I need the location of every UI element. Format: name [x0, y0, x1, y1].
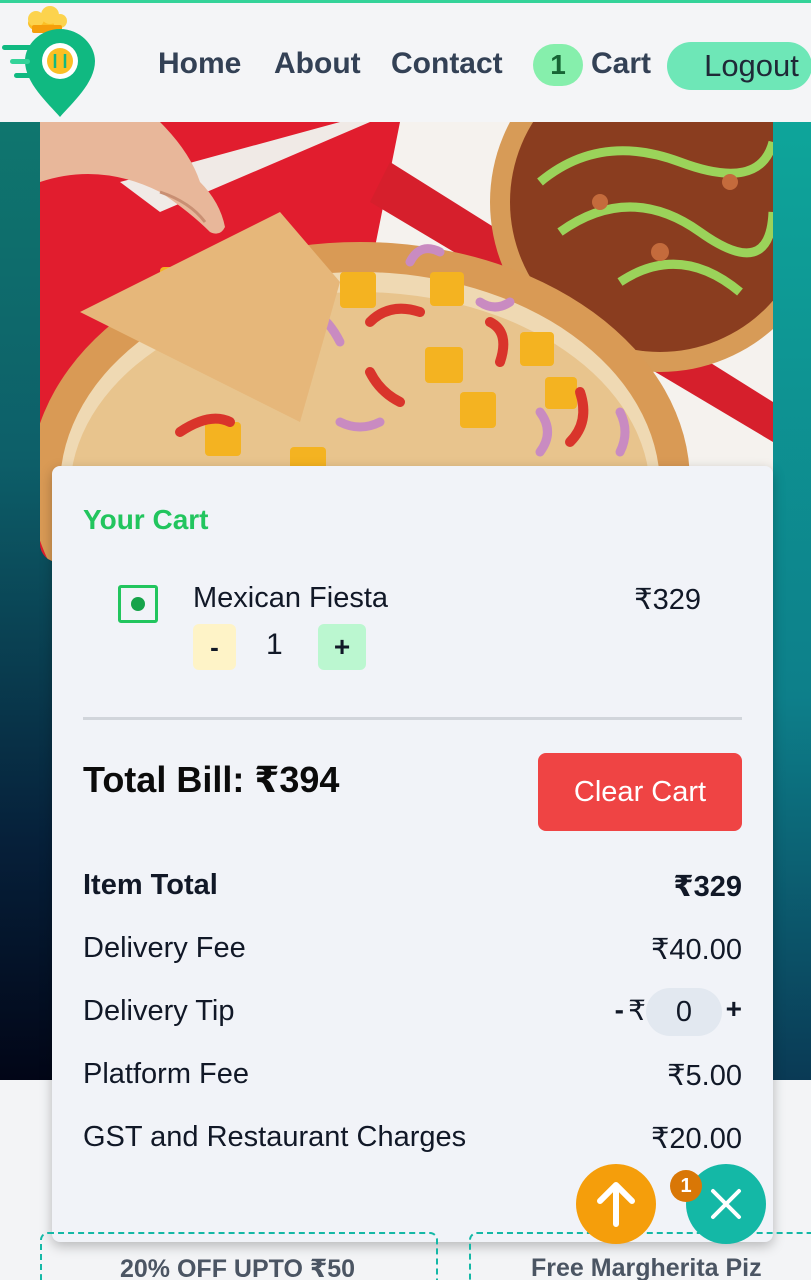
tip-increase-button[interactable]: + — [726, 993, 742, 1025]
logout-button[interactable]: Logout — [667, 42, 811, 90]
nav-cart-link[interactable]: Cart — [591, 47, 651, 81]
tip-decrease-button[interactable]: - — [615, 994, 624, 1026]
navbar: Home About Contact 1 Cart Logout — [0, 0, 811, 122]
item-quantity: 1 — [266, 628, 283, 661]
cart-count-badge[interactable]: 1 — [533, 44, 583, 86]
tip-amount-input[interactable] — [646, 988, 722, 1036]
arrow-up-icon — [597, 1182, 635, 1227]
nav-contact-link[interactable]: Contact — [391, 47, 503, 81]
tip-currency-symbol: ₹ — [628, 995, 646, 1026]
delivery-fee-label: Delivery Fee — [83, 932, 246, 964]
item-total-label: Item Total — [83, 869, 218, 901]
delivery-fee-row: Delivery Fee ₹40.00 — [83, 932, 742, 972]
cart-item-price: ₹329 — [634, 584, 701, 616]
app-logo[interactable] — [0, 5, 100, 123]
item-total-row: Item Total ₹329 — [83, 869, 742, 909]
platform-fee-value: ₹5.00 — [667, 1060, 742, 1092]
delivery-fee-value: ₹40.00 — [650, 934, 742, 966]
platform-fee-row: Platform Fee ₹5.00 — [83, 1058, 742, 1098]
total-bill: Total Bill: ₹394 — [83, 759, 340, 800]
clear-cart-button[interactable]: Clear Cart — [538, 753, 742, 831]
offer-text: 20% OFF UPTO ₹50 — [120, 1255, 356, 1280]
nav-home-link[interactable]: Home — [158, 47, 241, 81]
gst-value: ₹20.00 — [650, 1123, 742, 1155]
increase-quantity-button[interactable]: + — [318, 624, 366, 670]
tip-controls: - ₹ + — [602, 988, 742, 1036]
delivery-tip-row: Delivery Tip - ₹ + — [83, 988, 742, 1036]
veg-indicator-icon — [118, 585, 158, 623]
gst-label: GST and Restaurant Charges — [83, 1121, 467, 1153]
cart-heading: Your Cart — [83, 504, 209, 535]
notification-badge: 1 — [670, 1170, 702, 1202]
delivery-tip-label: Delivery Tip — [83, 995, 235, 1027]
decrease-quantity-button[interactable]: - — [193, 624, 236, 670]
platform-fee-label: Platform Fee — [83, 1058, 249, 1090]
gst-row: GST and Restaurant Charges ₹20.00 — [83, 1121, 742, 1161]
item-total-value: ₹329 — [673, 871, 742, 903]
nav-about-link[interactable]: About — [274, 47, 361, 81]
offer-card[interactable]: 20% OFF UPTO ₹50 — [40, 1232, 438, 1280]
cart-divider — [83, 717, 742, 720]
cart-item-name: Mexican Fiesta — [193, 582, 389, 614]
scroll-to-top-button[interactable] — [576, 1164, 656, 1244]
cart-panel: Your Cart Mexican Fiesta ₹329 - 1 + Tota… — [52, 466, 773, 1242]
offer-text: Free Margherita Piz — [531, 1254, 762, 1280]
